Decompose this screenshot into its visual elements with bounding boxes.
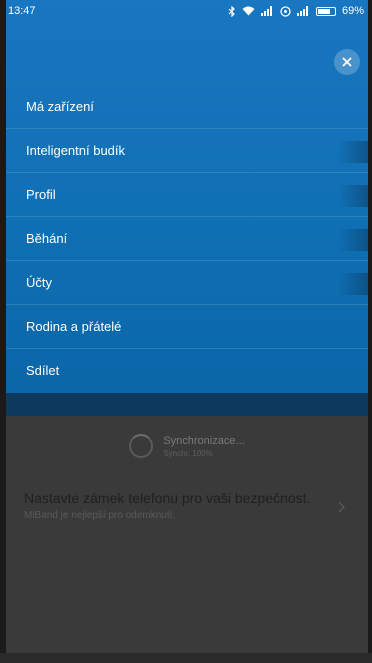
signal-icon [260, 6, 274, 16]
alarm-icon [280, 5, 291, 17]
menu-item-running[interactable]: Běhání [6, 216, 368, 260]
app-screen: 13:47 69% Má zařízení Inteligentní budík… [0, 0, 372, 663]
menu-item-label: Profil [26, 187, 56, 202]
status-time: 13:47 [8, 5, 36, 17]
sync-status: Synchronizace... Synchr. 100% [6, 428, 368, 464]
overlay-shadow [338, 185, 368, 207]
bottom-edge [0, 653, 372, 663]
right-edge [368, 0, 372, 663]
menu-item-label: Sdílet [26, 363, 60, 378]
battery-icon [315, 6, 336, 16]
signal-icon [296, 6, 310, 16]
sync-spinner-icon [129, 434, 154, 458]
side-menu: 13:47 69% Má zařízení Inteligentní budík… [6, 0, 368, 393]
close-button[interactable] [334, 49, 360, 75]
notice-subtitle: MiBand je nejlepší pro odemknutí. [24, 510, 176, 521]
sync-subtitle: Synchr. 100% [163, 448, 213, 458]
menu-item-family-friends[interactable]: Rodina a přátelé [6, 304, 368, 348]
sync-title: Synchronizace... [163, 434, 245, 447]
menu-item-label: Rodina a přátelé [26, 319, 122, 334]
menu-item-my-devices[interactable]: Má zařízení [6, 84, 368, 128]
sync-text: Synchronizace... Synchr. 100% [163, 435, 244, 458]
overlay-shadow [338, 141, 368, 163]
status-icons: 69% [228, 5, 364, 17]
menu-list: Má zařízení Inteligentní budík Profil Bě… [6, 84, 368, 392]
menu-bottom-band [6, 393, 368, 416]
menu-item-label: Účty [26, 275, 52, 290]
menu-item-share[interactable]: Sdílet [6, 348, 368, 392]
menu-item-label: Inteligentní budík [26, 143, 126, 158]
menu-item-label: Běhání [26, 231, 68, 246]
chevron-right-icon [338, 500, 346, 518]
menu-item-accounts[interactable]: Účty [6, 260, 368, 304]
menu-item-smart-alarm[interactable]: Inteligentní budík [6, 128, 368, 172]
notice-title: Nastavte zámek telefonu pro vaši bezpečn… [24, 490, 311, 506]
menu-item-profile[interactable]: Profil [6, 172, 368, 216]
status-bar: 13:47 69% [6, 0, 368, 22]
dimmed-content: Synchronizace... Synchr. 100% Nastavte z… [6, 416, 368, 653]
battery-percent: 69% [341, 5, 364, 17]
close-icon [342, 57, 352, 67]
lock-notice-row[interactable]: Nastavte zámek telefonu pro vaši bezpečn… [24, 490, 354, 530]
menu-item-label: Má zařízení [26, 98, 94, 114]
bluetooth-icon [228, 5, 236, 17]
wifi-icon [242, 6, 255, 16]
overlay-shadow [338, 273, 368, 295]
overlay-shadow [338, 229, 368, 251]
